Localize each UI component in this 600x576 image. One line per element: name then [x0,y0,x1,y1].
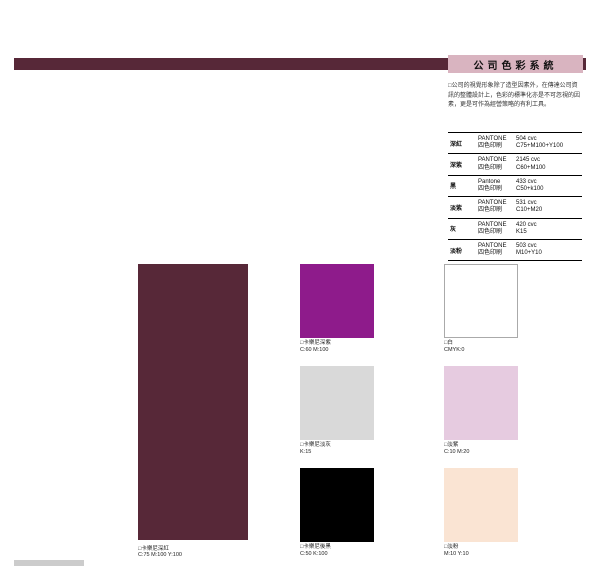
page-title: 公司色彩系統 [474,57,558,72]
color-system: PANTONE四色印刷 [478,222,516,236]
color-value: 420 cvcK15 [516,222,580,236]
swatch-label: □白CMYK:0 [444,340,518,354]
color-value: 504 cvcC75+M100+Y100 [516,136,580,150]
table-row: 深紅 PANTONE四色印刷 504 cvcC75+M100+Y100 [448,133,582,154]
swatch-deep-purple: □卡樂尼深紫C:60 M:100 [300,264,374,338]
color-name: 深紫 [450,160,478,169]
color-name: 淡粉 [450,246,478,255]
swatch-box [300,264,374,338]
swatch-label: □卡樂尼深紅C:75 M:100 Y:100 [138,544,182,558]
swatch-light-pink: □淡粉M:10 Y:10 [444,468,518,542]
color-value: 433 cvcC50+k100 [516,179,580,193]
intro-text: □公司的視覺形象除了造型因素外，在傳達公司資訊的整體設計上，色彩的標準化亦是不可… [448,82,580,111]
swatch-white: □白CMYK:0 [444,264,518,338]
color-system: PANTONE四色印刷 [478,157,516,171]
swatch-box [444,468,518,542]
table-row: 灰 PANTONE四色印刷 420 cvcK15 [448,219,582,240]
swatch-label: □淡紫C:10 M:20 [444,442,518,456]
color-name: 灰 [450,224,478,233]
color-name: 黑 [450,181,478,190]
color-name: 深紅 [450,139,478,148]
swatch-box [444,264,518,338]
color-value: 503 cvcM10+Y10 [516,243,580,257]
table-row: 黑 Pantone四色印刷 433 cvcC50+k100 [448,176,582,197]
table-row: 深紫 PANTONE四色印刷 2145 cvcC60+M100 [448,154,582,175]
swatch-box [300,366,374,440]
swatch-deep-red [138,264,248,540]
swatch-box [444,366,518,440]
swatch-black: □卡樂尼後黑C:50 K:100 [300,468,374,542]
color-system: Pantone四色印刷 [478,179,516,193]
swatch-light-grey: □卡樂尼淡灰K:15 [300,366,374,440]
color-spec-table: 深紅 PANTONE四色印刷 504 cvcC75+M100+Y100 深紫 P… [448,132,582,261]
table-row: 淡粉 PANTONE四色印刷 503 cvcM10+Y10 [448,240,582,261]
swatch-label: □卡樂尼後黑C:50 K:100 [300,544,374,558]
color-value: 531 cvcC10+M20 [516,200,580,214]
page-title-box: 公司色彩系統 [448,55,583,73]
swatch-label: □淡粉M:10 Y:10 [444,544,518,558]
color-system: PANTONE四色印刷 [478,200,516,214]
swatch-label: □卡樂尼深紫C:60 M:100 [300,340,374,354]
table-row: 淡紫 PANTONE四色印刷 531 cvcC10+M20 [448,197,582,218]
swatch-light-purple: □淡紫C:10 M:20 [444,366,518,440]
swatch-box [300,468,374,542]
swatch-label: □卡樂尼淡灰K:15 [300,442,374,456]
color-system: PANTONE四色印刷 [478,243,516,257]
color-system: PANTONE四色印刷 [478,136,516,150]
color-value: 2145 cvcC60+M100 [516,157,580,171]
footer-mark [14,560,84,566]
color-name: 淡紫 [450,203,478,212]
